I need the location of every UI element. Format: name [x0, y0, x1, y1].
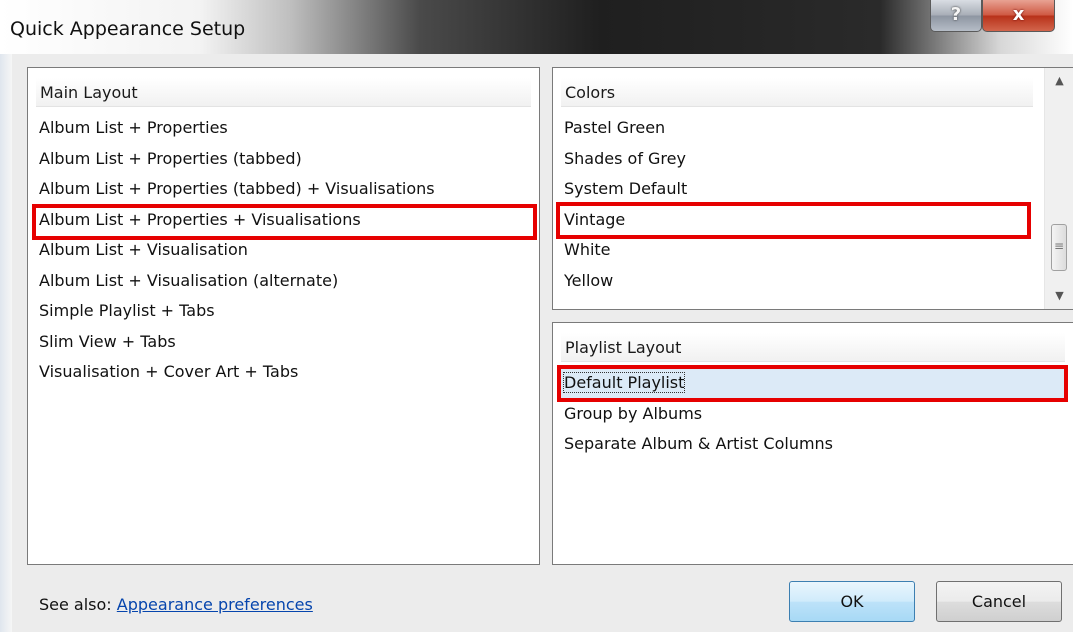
playlist-layout-item-label: Default Playlist: [562, 372, 686, 393]
main-layout-item[interactable]: Album List + Properties (tabbed) + Visua…: [28, 174, 435, 205]
window-frame-edge: [0, 54, 12, 632]
playlist-layout-item[interactable]: Separate Album & Artist Columns: [557, 429, 1067, 460]
scroll-grip-icon: ≡: [1053, 239, 1065, 253]
main-layout-item-highlighted[interactable]: Album List + Properties + Visualisations: [28, 205, 435, 236]
help-icon: ?: [950, 4, 962, 25]
colors-item[interactable]: Shades of Grey: [553, 144, 687, 175]
scroll-up-arrow-icon[interactable]: ▲: [1045, 68, 1073, 94]
colors-header[interactable]: Colors: [561, 78, 1033, 107]
main-layout-item[interactable]: Visualisation + Cover Art + Tabs: [28, 357, 435, 388]
title-bar[interactable]: Quick Appearance Setup ? x: [0, 0, 1073, 54]
main-layout-item[interactable]: Album List + Properties: [28, 113, 435, 144]
playlist-layout-item[interactable]: Group by Albums: [557, 399, 1067, 430]
main-layout-header[interactable]: Main Layout: [36, 78, 531, 107]
see-also: See also: Appearance preferences: [39, 595, 313, 614]
quick-appearance-setup-window: Quick Appearance Setup ? x Main Layout A…: [0, 0, 1073, 632]
colors-scrollbar[interactable]: ▲ ≡ ▼: [1044, 68, 1073, 309]
main-layout-item[interactable]: Simple Playlist + Tabs: [28, 296, 435, 327]
cancel-button[interactable]: Cancel: [936, 581, 1062, 622]
dialog-client-area: Main Layout Album List + Properties Albu…: [12, 54, 1073, 632]
main-layout-item[interactable]: Album List + Visualisation (alternate): [28, 266, 435, 297]
close-button[interactable]: x: [982, 0, 1055, 32]
ok-button[interactable]: OK: [789, 581, 915, 622]
main-layout-item[interactable]: Slim View + Tabs: [28, 327, 435, 358]
colors-item[interactable]: Pastel Green: [553, 113, 687, 144]
colors-item[interactable]: Yellow: [553, 266, 687, 297]
scroll-down-arrow-icon[interactable]: ▼: [1045, 283, 1073, 309]
playlist-layout-items: Default Playlist Group by Albums Separat…: [557, 368, 1067, 460]
colors-list[interactable]: Colors Pastel Green Shades of Grey Syste…: [552, 67, 1073, 310]
colors-item[interactable]: System Default: [553, 174, 687, 205]
see-also-label: See also:: [39, 595, 112, 614]
colors-item[interactable]: White: [553, 235, 687, 266]
colors-item-highlighted[interactable]: Vintage: [553, 205, 687, 236]
close-icon: x: [1012, 4, 1025, 25]
playlist-layout-list[interactable]: Playlist Layout Default Playlist Group b…: [552, 322, 1073, 565]
appearance-preferences-link[interactable]: Appearance preferences: [117, 595, 313, 614]
help-button[interactable]: ?: [930, 0, 982, 32]
main-layout-list[interactable]: Main Layout Album List + Properties Albu…: [27, 67, 540, 565]
colors-items: Pastel Green Shades of Grey System Defau…: [553, 113, 687, 296]
window-title: Quick Appearance Setup: [10, 18, 246, 40]
main-layout-item[interactable]: Album List + Visualisation: [28, 235, 435, 266]
main-layout-item[interactable]: Album List + Properties (tabbed): [28, 144, 435, 175]
scroll-thumb[interactable]: ≡: [1051, 224, 1067, 271]
playlist-layout-header[interactable]: Playlist Layout: [561, 333, 1065, 362]
playlist-layout-item-selected[interactable]: Default Playlist: [557, 368, 1067, 399]
main-layout-items: Album List + Properties Album List + Pro…: [28, 113, 435, 388]
